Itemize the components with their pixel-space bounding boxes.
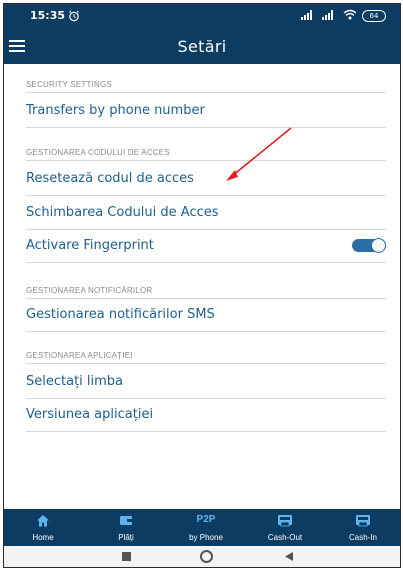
tab-home[interactable]: Home [18, 509, 68, 546]
tab-label: Plăți [118, 533, 134, 542]
battery-level: 64 [369, 12, 379, 20]
status-icons: 64 [301, 7, 386, 25]
wallet-icon [119, 514, 133, 528]
tab-label: Cash-In [348, 533, 377, 542]
app-bar: Setări [4, 28, 400, 64]
wifi-icon [343, 7, 357, 25]
battery-icon: 64 [362, 10, 386, 22]
page-title: Setări [177, 37, 227, 56]
atm-icon [277, 514, 293, 528]
signal-icon [301, 7, 317, 25]
tab-payments[interactable]: Plăți [101, 509, 151, 546]
settings-list: SECURITY SETTINGS Transfers by phone num… [4, 64, 400, 508]
home-button[interactable] [200, 550, 214, 563]
p2p-badge: P2P [196, 514, 216, 525]
system-nav-bar [4, 546, 400, 567]
status-bar: 15:35 64 [4, 4, 400, 28]
back-button[interactable] [282, 550, 296, 563]
recent-apps-button[interactable] [120, 550, 134, 563]
annotation-arrow-icon [226, 127, 292, 181]
tab-cash-in[interactable]: Cash-In [336, 509, 390, 546]
tab-label: by Phone [189, 533, 223, 542]
alarm-icon [68, 9, 80, 27]
tab-label: Home [32, 533, 54, 542]
atm-icon [355, 514, 371, 528]
home-icon [36, 514, 50, 528]
square-icon [122, 552, 131, 561]
bottom-tab-bar: Home Plăți P2P by Phone Cash-Out Cash-In [4, 509, 400, 546]
phone-screen: 15:35 64 Setări SECURITY SETTINGS Transf… [3, 3, 401, 568]
status-time: 15:35 [30, 9, 66, 22]
tab-label: Cash-Out [267, 533, 303, 542]
circle-icon [200, 550, 213, 563]
tab-cash-out[interactable]: Cash-Out [258, 509, 312, 546]
signal-icon [322, 7, 338, 25]
back-icon [282, 550, 296, 567]
tab-p2p-by-phone[interactable]: P2P by Phone [176, 509, 236, 546]
